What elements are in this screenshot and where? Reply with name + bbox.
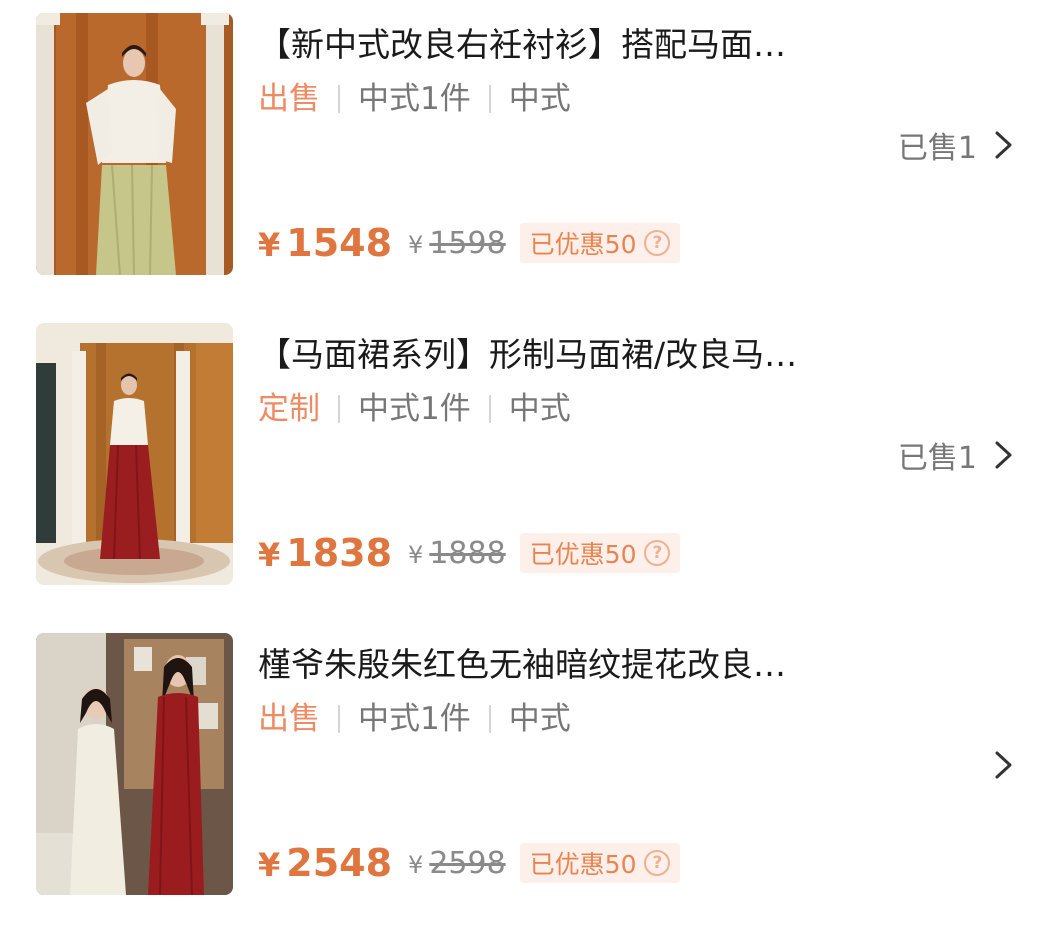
tag-divider: [338, 85, 340, 113]
question-circle-icon[interactable]: ?: [644, 850, 671, 876]
discount-text: 已优惠50: [529, 540, 637, 569]
style-tag: 中式: [508, 701, 571, 737]
product-image[interactable]: [36, 13, 233, 275]
tag-divider: [338, 705, 340, 733]
original-currency: ¥: [408, 850, 424, 879]
sold-count: 已售1: [897, 441, 977, 476]
original-price: ¥2598: [408, 846, 506, 881]
original-currency: ¥: [408, 540, 424, 569]
price-row: ¥2548 ¥2598 已优惠50 ?: [258, 839, 681, 887]
sold-count-link[interactable]: 已售1: [898, 123, 1017, 167]
original-price-value: 1888: [429, 535, 506, 571]
product-image[interactable]: [36, 633, 233, 895]
product-title[interactable]: 槿爷朱殷朱红色无袖暗纹提花改良…: [258, 645, 878, 685]
tag-divider: [488, 705, 491, 733]
category-tag: 中式1件: [358, 81, 471, 117]
price-row: ¥1838 ¥1888 已优惠50 ?: [258, 529, 681, 577]
sale-type-tag: 出售: [258, 81, 320, 117]
chevron-right-icon[interactable]: [991, 437, 1017, 473]
price-currency: ¥: [258, 846, 281, 884]
style-tag: 中式: [508, 391, 571, 427]
tag-divider: [338, 395, 340, 423]
tag-divider: [488, 85, 491, 113]
sold-count: 已售1: [897, 131, 977, 166]
price-currency: ¥: [258, 226, 281, 264]
current-price: ¥1838: [258, 531, 392, 575]
product-card[interactable]: 【新中式改良右衽衬衫】搭配马面… 出售 中式1件 中式 已售1 ¥1548 ¥1…: [0, 13, 1063, 275]
discount-badge[interactable]: 已优惠50 ?: [519, 843, 681, 883]
product-card[interactable]: 槿爷朱殷朱红色无袖暗纹提花改良… 出售 中式1件 中式 ¥2548 ¥2598 …: [0, 633, 1063, 895]
tag-divider: [488, 395, 491, 423]
price-currency: ¥: [258, 536, 281, 574]
product-title[interactable]: 【新中式改良右衽衬衫】搭配马面…: [258, 25, 878, 65]
sale-type-tag: 定制: [258, 391, 320, 427]
product-image[interactable]: [36, 323, 233, 585]
question-circle-icon[interactable]: ?: [644, 540, 671, 566]
discount-text: 已优惠50: [529, 230, 637, 259]
product-tags: 定制 中式1件 中式: [258, 389, 571, 429]
product-tags: 出售 中式1件 中式: [258, 699, 571, 739]
category-tag: 中式1件: [358, 391, 471, 427]
product-card[interactable]: 【马面裙系列】形制马面裙/改良马… 定制 中式1件 中式 已售1 ¥1838 ¥…: [0, 323, 1063, 585]
chevron-right-icon[interactable]: [991, 747, 1017, 783]
sold-count-link[interactable]: 已售1: [898, 433, 1017, 477]
original-currency: ¥: [408, 230, 424, 259]
current-price: ¥1548: [258, 221, 392, 265]
current-price: ¥2548: [258, 841, 392, 885]
original-price: ¥1888: [408, 536, 506, 571]
product-title[interactable]: 【马面裙系列】形制马面裙/改良马…: [258, 335, 878, 375]
original-price: ¥1598: [408, 226, 506, 261]
price-value: 1838: [286, 531, 393, 575]
discount-badge[interactable]: 已优惠50 ?: [519, 223, 681, 263]
sale-type-tag: 出售: [258, 701, 320, 737]
price-value: 1548: [286, 221, 393, 265]
discount-badge[interactable]: 已优惠50 ?: [519, 533, 681, 573]
original-price-value: 2598: [429, 845, 506, 881]
product-tags: 出售 中式1件 中式: [258, 79, 571, 119]
discount-text: 已优惠50: [529, 850, 637, 879]
category-tag: 中式1件: [358, 701, 471, 737]
sold-count-link[interactable]: [977, 743, 1017, 787]
product-list: 【新中式改良右衽衬衫】搭配马面… 出售 中式1件 中式 已售1 ¥1548 ¥1…: [0, 0, 1063, 944]
question-circle-icon[interactable]: ?: [644, 230, 671, 256]
style-tag: 中式: [508, 81, 571, 117]
price-value: 2548: [286, 841, 393, 885]
price-row: ¥1548 ¥1598 已优惠50 ?: [258, 219, 681, 267]
original-price-value: 1598: [429, 225, 506, 261]
chevron-right-icon[interactable]: [991, 127, 1017, 163]
